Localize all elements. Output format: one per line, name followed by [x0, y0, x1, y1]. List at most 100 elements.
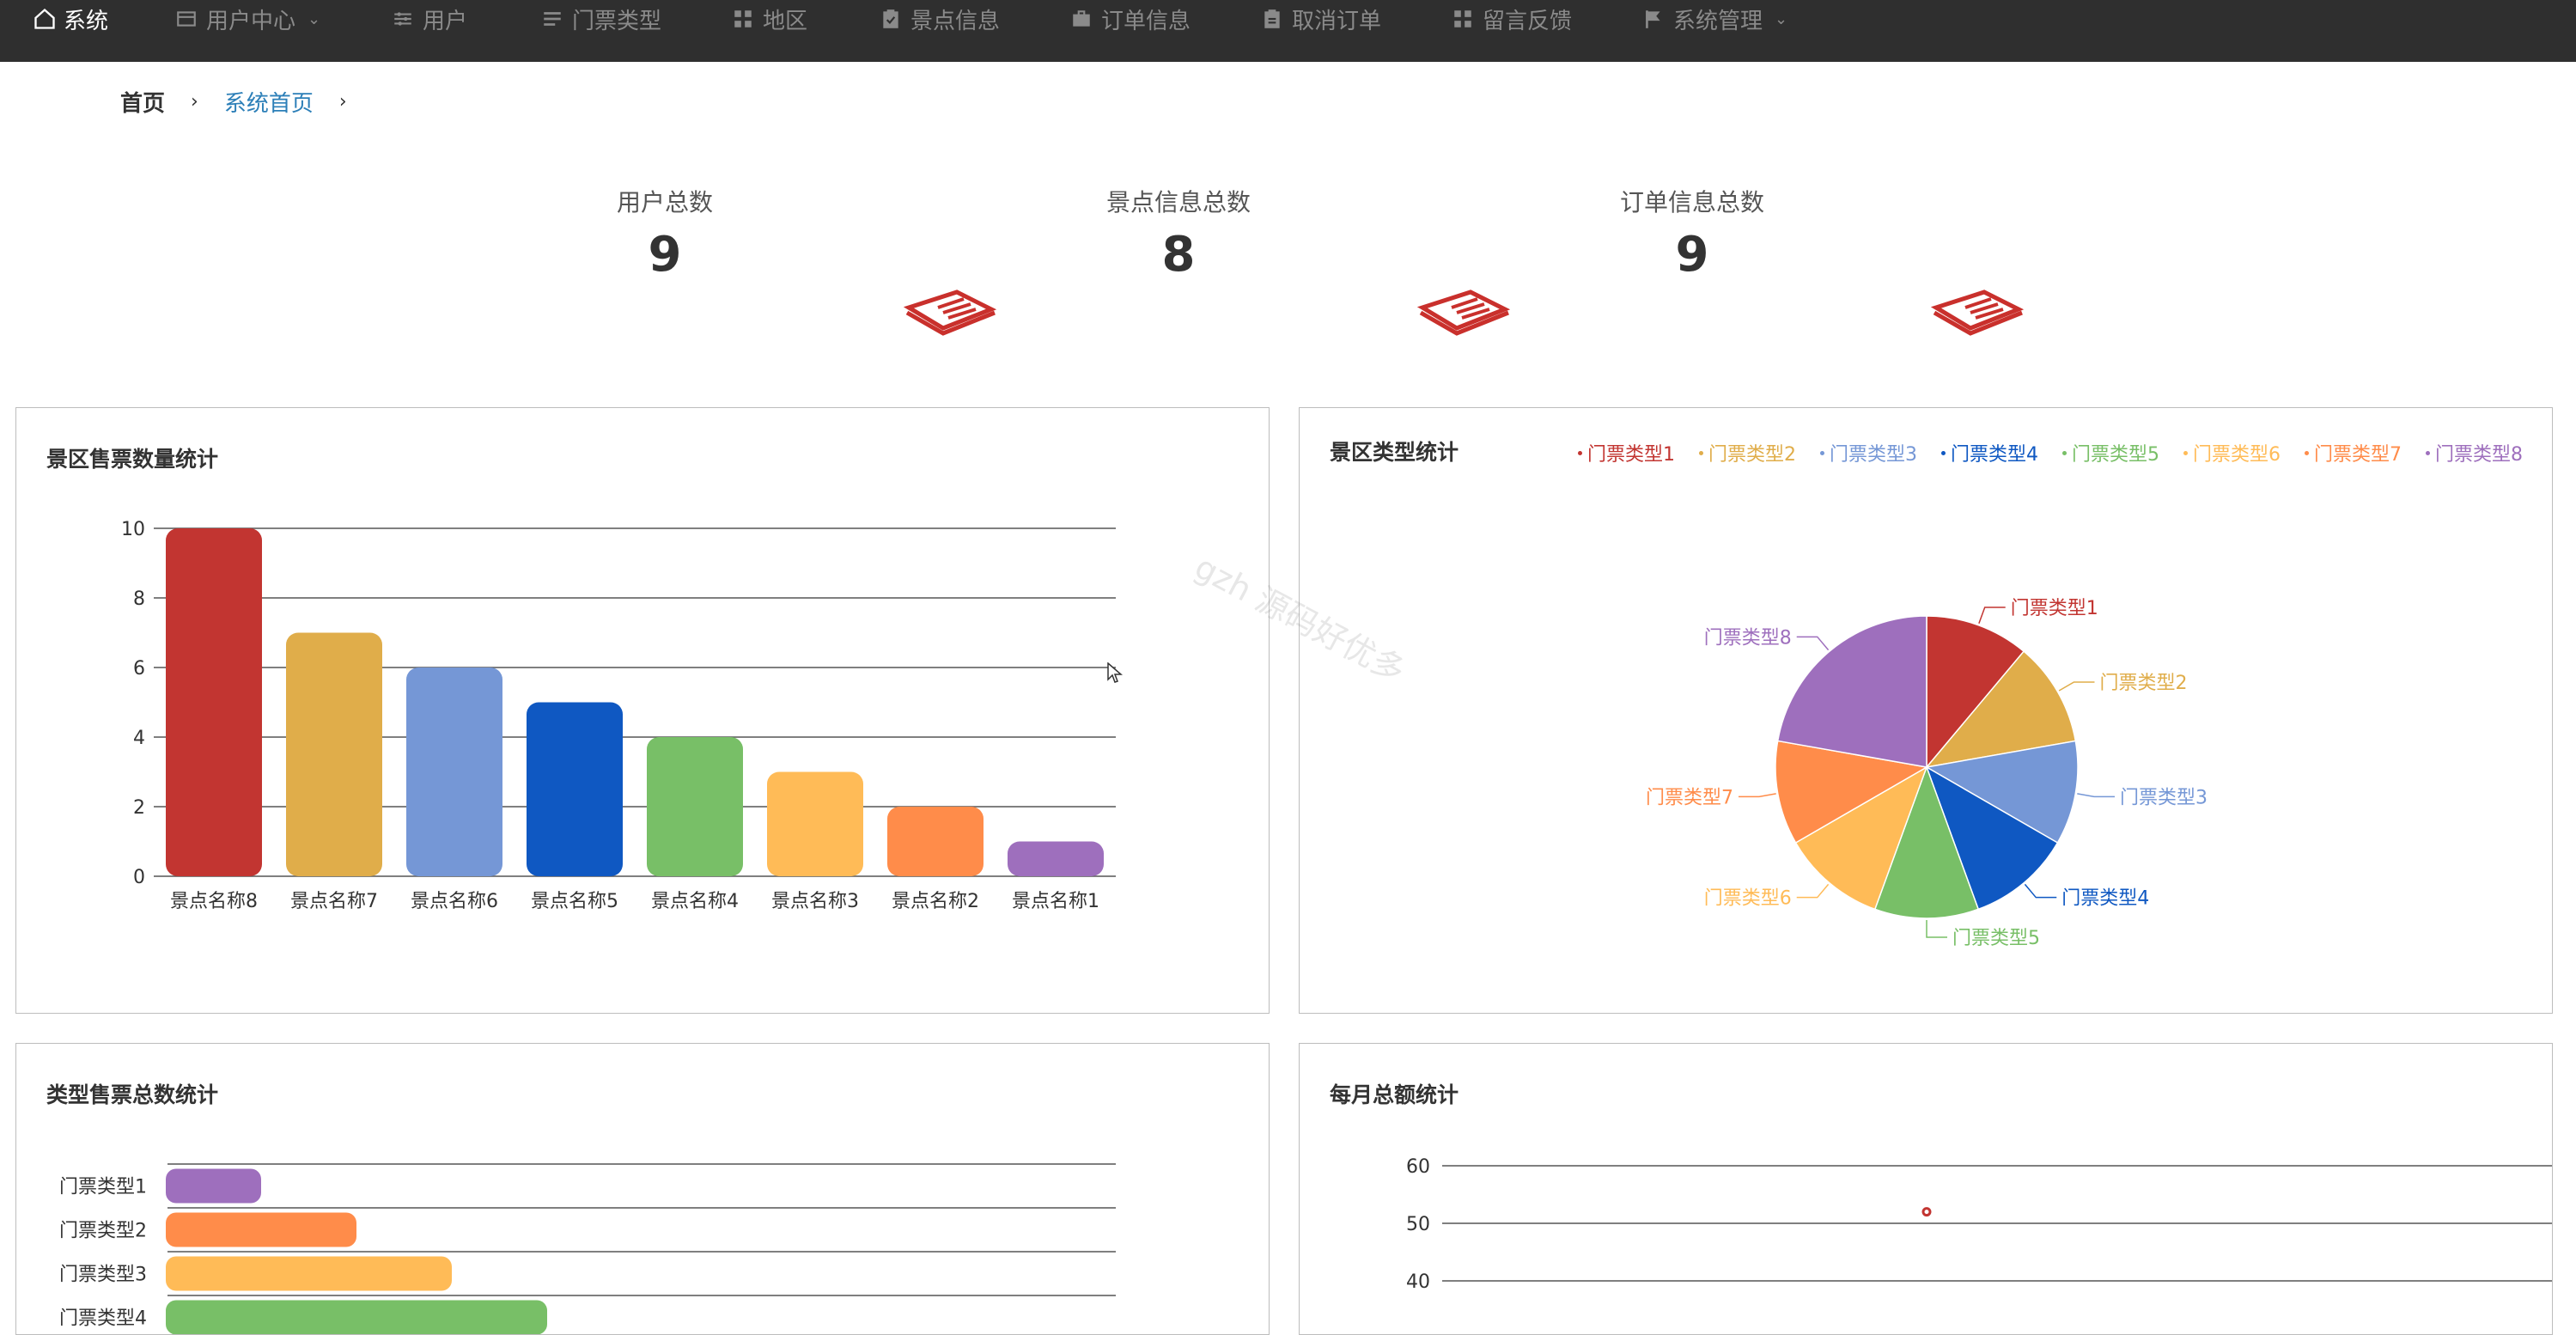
- pie-label: 门票类型8: [1704, 627, 1792, 649]
- nav-item-label: 订单信息: [1101, 8, 1191, 34]
- pie-label-line: [2058, 681, 2095, 692]
- pie-label-line: [1796, 883, 1830, 899]
- pie-label: 门票类型6: [1704, 888, 1792, 910]
- y-tick-label: 4: [133, 728, 145, 749]
- pie-label: 门票类型1: [2011, 598, 2098, 619]
- nav-item-label: 留言反馈: [1483, 8, 1573, 34]
- x-tick-label: 景点名称6: [411, 891, 498, 912]
- stat-label: 订单信息总数: [1619, 188, 1764, 216]
- y-tick-label: 60: [1406, 1156, 1430, 1178]
- nav-item-user-center[interactable]: 用户中心 ⌄: [175, 0, 320, 38]
- bar[interactable]: [1008, 841, 1104, 877]
- sliders-icon: [394, 12, 411, 26]
- bar[interactable]: [647, 737, 743, 876]
- x-tick-label: 景点名称7: [290, 891, 378, 912]
- pie-chart: 门票类型1 门票类型2 门票类型3 门票类型4 门票类型5 门票类型6 门票类型7 门票类型8: [1646, 598, 2208, 949]
- nav-item-regions[interactable]: 地区: [732, 0, 807, 38]
- stat-label: 景点信息总数: [1105, 188, 1251, 216]
- pie-chart-panel: 景区类型统计 门票类型1 门票类型2 门票类型3 门票类型4 门票类型5 门票类型6 门票类…: [1299, 407, 2553, 1014]
- breadcrumb-home[interactable]: 首页: [120, 86, 165, 118]
- stat-label: 用户总数: [616, 188, 713, 216]
- hbar[interactable]: [166, 1256, 452, 1291]
- bar[interactable]: [767, 771, 863, 877]
- y-tick-label: 门票类型4: [59, 1308, 147, 1330]
- bar[interactable]: [887, 807, 984, 876]
- line-chart: 40 50 60: [1406, 1156, 2552, 1293]
- pie-slice[interactable]: [1776, 615, 1927, 768]
- pie-label: 门票类型7: [1646, 787, 1733, 808]
- hbar-chart: 门票类型1 门票类型2 门票类型3 门票类型4: [59, 1163, 1116, 1335]
- mouse-cursor-icon: [1107, 662, 1123, 683]
- pie-label-line: [1739, 793, 1776, 798]
- y-tick-label: 40: [1406, 1271, 1430, 1293]
- hbar[interactable]: [166, 1300, 547, 1335]
- y-tick-label: 0: [133, 867, 145, 888]
- hbar[interactable]: [166, 1168, 261, 1204]
- nav-item-cancel-orders[interactable]: 取消订单: [1261, 0, 1381, 38]
- chevron-right-icon: ›: [191, 91, 198, 113]
- chevron-down-icon: ⌄: [1775, 9, 1788, 28]
- ticket-icon: [1417, 290, 1511, 336]
- bar[interactable]: [406, 668, 502, 876]
- y-tick-label: 2: [133, 797, 145, 819]
- home-icon: [34, 8, 55, 29]
- chevron-down-icon: ⌄: [308, 9, 321, 28]
- x-tick-label: 景点名称1: [1012, 891, 1099, 912]
- grid-icon: [734, 10, 752, 27]
- clipboard-check-icon: [883, 9, 898, 28]
- list-icon: [544, 12, 561, 26]
- nav-item-feedback[interactable]: 留言反馈: [1452, 0, 1572, 38]
- x-tick-label: 景点名称3: [771, 891, 859, 912]
- x-tick-label: 景点名称4: [651, 891, 739, 912]
- stat-attraction-count: 景点信息总数 8: [1050, 184, 1307, 283]
- breadcrumb: 首页 › 系统首页 ›: [120, 86, 347, 118]
- nav-home[interactable]: 系统: [33, 0, 108, 38]
- nav-item-label: 用户中心: [206, 8, 296, 34]
- nav-item-users[interactable]: 用户: [392, 0, 467, 38]
- y-tick-label: 门票类型2: [59, 1221, 147, 1242]
- bar-chart-panel: 景区售票数量统计 0 2 4 6 8 10 景点名称8 景点名称7 景点名称6 景点名称5 景点名称…: [15, 407, 1270, 1014]
- nav-item-system-management[interactable]: 系统管理 ⌄: [1642, 0, 1787, 38]
- y-tick-label: 门票类型3: [59, 1265, 147, 1286]
- stat-value: 9: [1675, 227, 1709, 283]
- stat-order-count: 订单信息总数 9: [1563, 184, 1821, 283]
- pie-label-line: [1978, 607, 2006, 624]
- ticket-icon: [1931, 290, 2025, 336]
- nav-brand-label: 系统: [64, 8, 109, 34]
- bar[interactable]: [286, 632, 382, 877]
- pie-label: 门票类型2: [2099, 673, 2187, 694]
- chevron-right-icon: ›: [338, 91, 347, 113]
- y-tick-label: 门票类型1: [59, 1177, 147, 1198]
- hbar-chart-panel: 类型售票总数统计 门票类型1 门票类型2 门票类型3 门票类型4: [15, 1043, 1270, 1335]
- stat-value: 8: [1161, 227, 1196, 283]
- nav-item-label: 取消订单: [1292, 8, 1382, 34]
- nav-item-orders[interactable]: 订单信息: [1070, 0, 1191, 38]
- nav-item-attractions[interactable]: 景点信息: [880, 0, 1000, 38]
- bar[interactable]: [527, 702, 623, 877]
- bar[interactable]: [166, 528, 262, 876]
- top-navbar: 系统 用户中心 ⌄ 用户 门票类型 地区 景点信息 订单信息 取消订单 留言反馈…: [0, 0, 2576, 62]
- bar-chart: 0 2 4 6 8 10 景点名称8 景点名称7 景点名称6 景点名称5 景点名称4 景点名称3 景点名…: [121, 519, 1116, 912]
- nav-item-label: 系统管理: [1673, 8, 1763, 34]
- pie-label-line: [2024, 883, 2057, 899]
- card-icon: [177, 11, 196, 27]
- data-point[interactable]: [1921, 1207, 1932, 1217]
- x-tick-label: 景点名称8: [170, 891, 258, 912]
- stat-value: 9: [648, 227, 682, 283]
- stat-user-count: 用户总数 9: [536, 184, 794, 283]
- flag-icon: [1646, 10, 1660, 28]
- nav-item-ticket-types[interactable]: 门票类型: [541, 0, 661, 38]
- clipboard-icon: [1264, 9, 1280, 28]
- pie-label-line: [1796, 636, 1830, 651]
- y-tick-label: 8: [133, 588, 145, 610]
- nav-item-label: 用户: [423, 8, 468, 34]
- hbar[interactable]: [166, 1212, 356, 1247]
- nav-item-label: 门票类型: [572, 8, 662, 34]
- pie-label-line: [2077, 793, 2115, 798]
- breadcrumb-current[interactable]: 系统首页: [224, 86, 314, 118]
- grid-icon: [1454, 10, 1471, 27]
- pie-label: 门票类型4: [2061, 888, 2149, 910]
- y-tick-label: 10: [121, 519, 145, 540]
- x-tick-label: 景点名称5: [531, 891, 618, 912]
- line-chart-panel: 每月总额统计 40 50 60: [1299, 1043, 2553, 1335]
